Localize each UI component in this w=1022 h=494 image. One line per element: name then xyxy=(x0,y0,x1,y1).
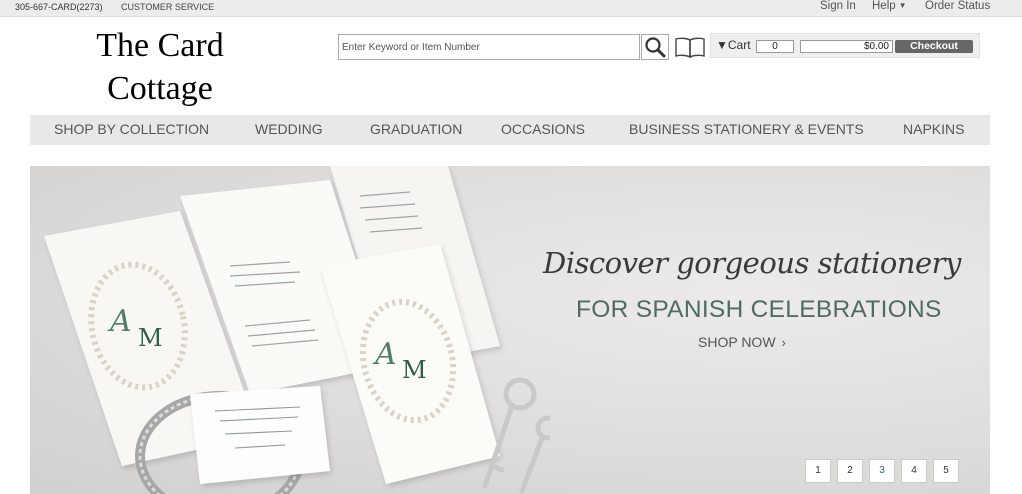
nav-occasions[interactable]: OCCASIONS xyxy=(501,121,585,137)
nav-graduation[interactable]: GRADUATION xyxy=(370,121,462,137)
catalog-button[interactable] xyxy=(674,35,706,59)
carousel-page-3[interactable]: 3 xyxy=(869,459,895,483)
shop-now-link[interactable]: SHOP NOW › xyxy=(698,334,786,350)
carousel-page-5[interactable]: 5 xyxy=(933,459,959,483)
carousel-page-2[interactable]: 2 xyxy=(837,459,863,483)
utility-bar: 305-667-CARD(2273) CUSTOMER SERVICE Sign… xyxy=(0,0,1022,17)
search-button[interactable] xyxy=(641,34,669,60)
monogram-right-a: A xyxy=(372,337,397,372)
nav-wedding[interactable]: WEDDING xyxy=(255,121,323,137)
invitation-image: A M A M xyxy=(44,166,550,494)
nav-napkins[interactable]: NAPKINS xyxy=(903,121,964,137)
customer-service-link[interactable]: CUSTOMER SERVICE xyxy=(121,2,214,12)
search-input[interactable] xyxy=(338,34,640,60)
shop-now-label: SHOP NOW xyxy=(698,334,776,350)
nav-business-stationery-events[interactable]: BUSINESS STATIONERY & EVENTS xyxy=(629,121,864,137)
main-nav: SHOP BY COLLECTION WEDDING GRADUATION OC… xyxy=(30,115,990,145)
cart-total: $0.00 xyxy=(800,40,893,53)
logo-line-2: Cottage xyxy=(107,70,213,107)
checkout-button[interactable]: Checkout xyxy=(895,40,973,53)
monogram-right-m: M xyxy=(402,356,427,384)
chevron-right-icon: › xyxy=(781,335,786,350)
help-label: Help xyxy=(872,0,896,12)
hero-subtitle: FOR SPANISH CELEBRATIONS xyxy=(576,296,942,323)
carousel-page-4[interactable]: 4 xyxy=(901,459,927,483)
monogram-left-m: M xyxy=(138,324,163,352)
hero-banner[interactable]: A M A M Discover gorgeous stationery FOR… xyxy=(30,166,990,494)
sign-in-link[interactable]: Sign In xyxy=(820,0,856,12)
cart-label: Cart xyxy=(727,38,751,52)
hero-title: Discover gorgeous stationery xyxy=(543,246,961,280)
cart-widget: ▼Cart 0 $0.00 Checkout xyxy=(710,33,980,58)
book-icon xyxy=(675,37,705,58)
order-status-link[interactable]: Order Status xyxy=(925,0,990,12)
phone-number[interactable]: 305-667-CARD(2273) xyxy=(15,2,103,12)
monogram-left-a: A xyxy=(107,304,132,339)
site-logo[interactable]: The Card Cottage xyxy=(60,24,260,110)
carousel-page-1[interactable]: 1 xyxy=(805,459,831,483)
search-icon xyxy=(645,37,666,58)
cart-count: 0 xyxy=(756,40,794,53)
caret-down-icon: ▼ xyxy=(898,1,907,10)
logo-line-1: The Card xyxy=(96,27,224,64)
cart-toggle[interactable]: ▼Cart xyxy=(716,38,751,52)
help-menu[interactable]: Help ▼ xyxy=(872,0,907,12)
nav-shop-by-collection[interactable]: SHOP BY COLLECTION xyxy=(54,121,209,137)
caret-down-icon: ▼ xyxy=(716,38,728,52)
